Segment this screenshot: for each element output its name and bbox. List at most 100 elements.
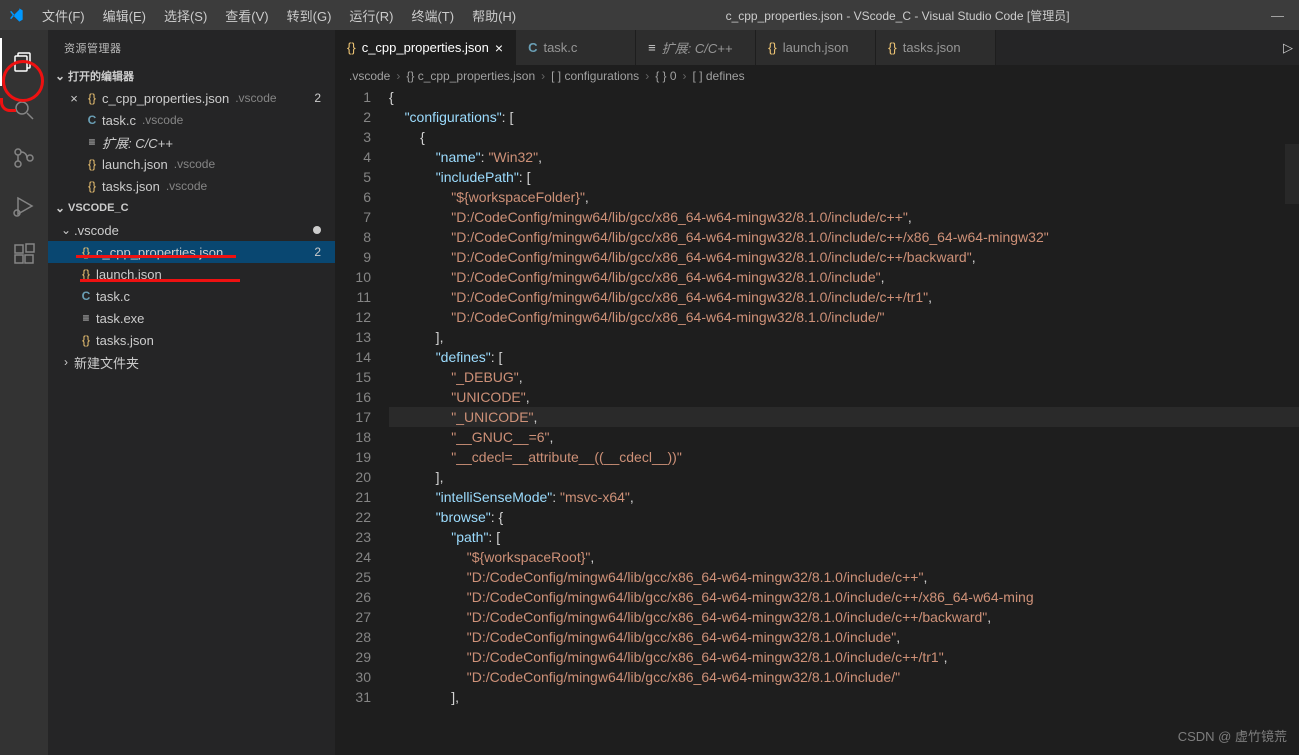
menu-item[interactable]: 选择(S)	[156, 2, 215, 29]
titlebar: 文件(F)编辑(E)选择(S)查看(V)转到(G)运行(R)终端(T)帮助(H)…	[0, 0, 1299, 30]
file-path: .vscode	[142, 113, 183, 127]
extensions-activity-icon[interactable]	[0, 230, 48, 278]
problem-badge: 2	[314, 91, 321, 105]
file-icon: {}	[76, 267, 96, 281]
chevron-down-icon: ⌄	[52, 69, 68, 83]
explorer-activity-icon[interactable]	[0, 38, 48, 86]
open-editor-item[interactable]: Ctask.c .vscode	[48, 109, 335, 131]
menu-item[interactable]: 终端(T)	[403, 2, 462, 29]
file-path: .vscode	[174, 157, 215, 171]
tab-label: 扩展: C/C++	[662, 38, 733, 57]
open-editors-label: 打开的编辑器	[68, 68, 134, 84]
problem-badge: 2	[314, 245, 321, 259]
breadcrumb-item[interactable]: { } 0	[655, 69, 676, 83]
breadcrumb-separator-icon: ›	[541, 69, 545, 83]
file-name: tasks.json	[96, 333, 154, 348]
file-name: launch.json	[102, 157, 168, 172]
file-icon: {}	[82, 179, 102, 193]
breadcrumb-separator-icon: ›	[683, 69, 687, 83]
code-content[interactable]: { "configurations": [ { "name": "Win32",…	[389, 87, 1299, 755]
folder-name: .vscode	[74, 223, 119, 238]
run-debug-activity-icon[interactable]	[0, 182, 48, 230]
open-editors-header[interactable]: ⌄ 打开的编辑器	[48, 65, 335, 87]
close-icon[interactable]: ×	[66, 91, 82, 106]
tab-label: task.c	[543, 40, 577, 55]
file-name: 扩展: C/C++	[102, 133, 173, 152]
chevron-right-icon: ›	[58, 355, 74, 369]
open-editor-item[interactable]: {}tasks.json .vscode	[48, 175, 335, 197]
editor-tab[interactable]: ≡ 扩展: C/C++	[636, 30, 756, 65]
editor-tab[interactable]: {} launch.json	[756, 30, 876, 65]
tab-overflow-icon[interactable]: ▷	[1277, 30, 1299, 65]
file-icon: {}	[82, 157, 102, 171]
modified-dot-icon	[313, 226, 321, 234]
search-activity-icon[interactable]	[0, 86, 48, 134]
file-icon: C	[528, 40, 537, 55]
vscode-logo-icon	[8, 7, 24, 23]
file-icon: C	[82, 113, 102, 127]
workspace-header[interactable]: ⌄ VSCODE_C	[48, 197, 335, 219]
close-icon[interactable]: ×	[495, 40, 503, 56]
file-name: task.exe	[96, 311, 144, 326]
file-path: .vscode	[235, 91, 276, 105]
breadcrumb-separator-icon: ›	[396, 69, 400, 83]
file-name: task.c	[102, 113, 136, 128]
source-control-activity-icon[interactable]	[0, 134, 48, 182]
file-name: task.c	[96, 289, 130, 304]
chevron-down-icon: ⌄	[52, 201, 68, 215]
menu-item[interactable]: 查看(V)	[217, 2, 276, 29]
open-editor-item[interactable]: ×{}c_cpp_properties.json .vscode 2	[48, 87, 335, 109]
file-item[interactable]: Ctask.c	[48, 285, 335, 307]
workspace-label: VSCODE_C	[68, 202, 129, 214]
breadcrumb-item[interactable]: .vscode	[349, 69, 390, 83]
editor-tabs: {} c_cpp_properties.json × Ctask.c ≡ 扩展: C/C+…	[335, 30, 1299, 65]
file-item[interactable]: {}launch.json	[48, 263, 335, 285]
watermark: CSDN @ 虚竹镜荒	[1178, 726, 1287, 745]
minimap[interactable]	[1285, 144, 1299, 204]
file-item[interactable]: {}c_cpp_properties.json 2	[48, 241, 335, 263]
menu-item[interactable]: 运行(R)	[341, 2, 401, 29]
folder-item[interactable]: ›新建文件夹	[48, 351, 335, 373]
editor-tab[interactable]: {} c_cpp_properties.json ×	[335, 30, 516, 65]
file-icon: {}	[347, 40, 356, 55]
file-icon: {}	[82, 91, 102, 105]
line-gutter: 1234567891011121314151617181920212223242…	[335, 87, 389, 755]
open-editor-item[interactable]: {}launch.json .vscode	[48, 153, 335, 175]
menu-item[interactable]: 文件(F)	[34, 2, 93, 29]
menu-bar: 文件(F)编辑(E)选择(S)查看(V)转到(G)运行(R)终端(T)帮助(H)	[34, 2, 524, 29]
minimize-button[interactable]: —	[1271, 8, 1281, 23]
file-name: c_cpp_properties.json	[96, 245, 223, 260]
breadcrumb-item[interactable]: [ ] defines	[693, 69, 745, 83]
tab-label: tasks.json	[903, 40, 961, 55]
file-path: .vscode	[166, 179, 207, 193]
editor-area: {} c_cpp_properties.json × Ctask.c ≡ 扩展: C/C+…	[335, 30, 1299, 755]
tab-label: launch.json	[783, 40, 849, 55]
window-controls: —	[1271, 8, 1291, 23]
folder-item[interactable]: ⌄.vscode	[48, 219, 335, 241]
breadcrumb[interactable]: .vscode › {} c_cpp_properties.json › [ ] con…	[335, 65, 1299, 87]
menu-item[interactable]: 转到(G)	[279, 2, 340, 29]
sidebar-explorer: 资源管理器 ⌄ 打开的编辑器 ×{}c_cpp_properties.json.…	[48, 30, 335, 755]
file-name: tasks.json	[102, 179, 160, 194]
code-editor[interactable]: 1234567891011121314151617181920212223242…	[335, 87, 1299, 755]
file-icon: {}	[76, 333, 96, 347]
file-icon: {}	[76, 245, 96, 259]
menu-item[interactable]: 帮助(H)	[464, 2, 524, 29]
file-icon: {}	[768, 40, 777, 55]
file-name: c_cpp_properties.json	[102, 91, 229, 106]
open-editor-item[interactable]: ≡扩展: C/C++	[48, 131, 335, 153]
breadcrumb-item[interactable]: [ ] configurations	[551, 69, 639, 83]
tab-label: c_cpp_properties.json	[362, 40, 489, 55]
editor-tab[interactable]: Ctask.c	[516, 30, 636, 65]
breadcrumb-item[interactable]: {} c_cpp_properties.json	[406, 69, 535, 83]
menu-item[interactable]: 编辑(E)	[95, 2, 154, 29]
file-item[interactable]: {}tasks.json	[48, 329, 335, 351]
chevron-down-icon: ⌄	[58, 223, 74, 237]
file-name: launch.json	[96, 267, 162, 282]
file-item[interactable]: ≡task.exe	[48, 307, 335, 329]
file-icon: ≡	[76, 311, 96, 325]
editor-tab[interactable]: {}tasks.json	[876, 30, 996, 65]
file-icon: ≡	[648, 40, 656, 55]
file-icon: ≡	[82, 135, 102, 149]
sidebar-title: 资源管理器	[48, 30, 335, 65]
